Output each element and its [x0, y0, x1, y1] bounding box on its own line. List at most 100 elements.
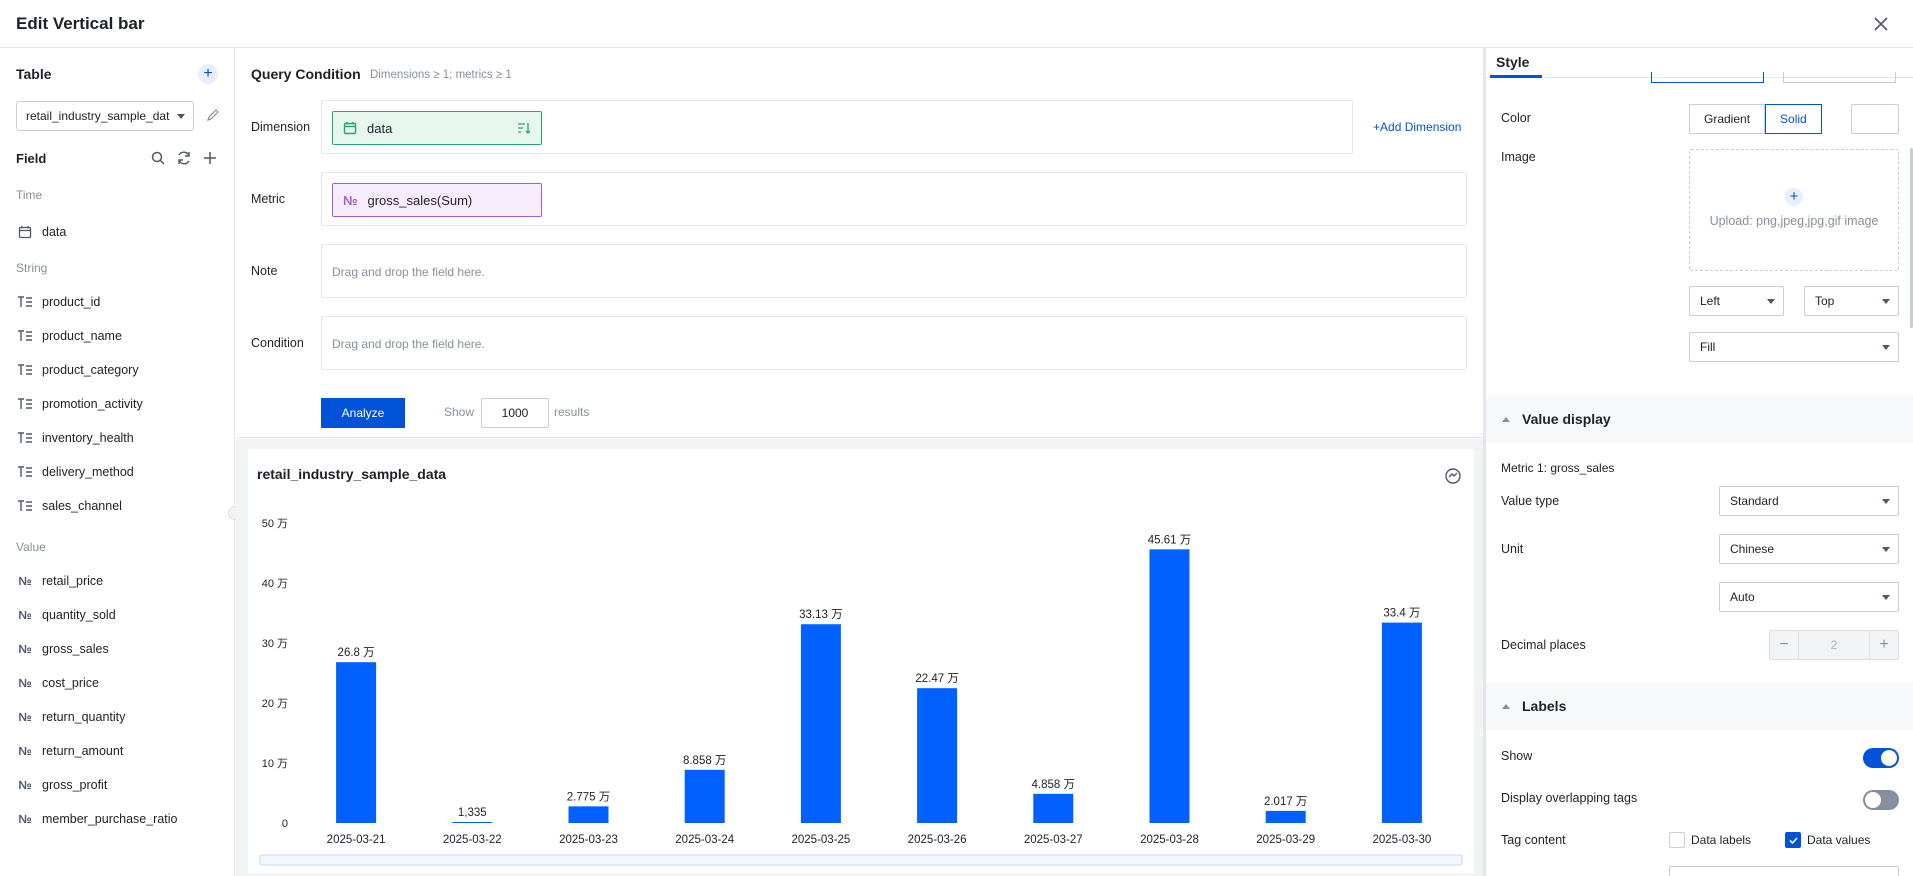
partial-option[interactable] [1783, 72, 1896, 83]
table-select[interactable]: retail_industry_sample_dat [16, 101, 194, 131]
x-tick-label: 2025-03-22 [443, 834, 502, 846]
show-label: Show [444, 405, 475, 419]
data-label: 1,335 [458, 807, 487, 819]
field-item-retail-price[interactable]: № retail_price [16, 571, 103, 591]
calendar-icon [343, 122, 357, 135]
show-labels-toggle[interactable] [1863, 748, 1899, 768]
overlap-toggle[interactable] [1863, 790, 1899, 810]
search-icon[interactable] [150, 150, 166, 166]
bar [452, 822, 493, 823]
bar [1033, 793, 1074, 823]
note-drop-hint: Drag and drop the field here. [332, 265, 485, 279]
field-item-gross-profit[interactable]: № gross_profit [16, 775, 107, 795]
field-item-product-name[interactable]: product_name [16, 326, 122, 346]
field-item-delivery-method[interactable]: delivery_method [16, 462, 134, 482]
y-tick-label: 50 万 [262, 518, 288, 530]
image-fit-select[interactable]: Fill [1689, 332, 1899, 362]
data-values-checkbox[interactable]: Data values [1785, 832, 1870, 848]
field-item-label: inventory_health [42, 431, 134, 445]
field-item-member-purchase-ratio[interactable]: № member_purchase_ratio [16, 809, 177, 829]
value-display-section[interactable]: Value display [1486, 395, 1913, 443]
field-item-sales-channel[interactable]: sales_channel [16, 496, 122, 516]
horizontal-align-select[interactable]: Left [1689, 286, 1784, 316]
field-item-inventory-health[interactable]: inventory_health [16, 428, 134, 448]
decimal-value[interactable]: 2 [1798, 631, 1870, 659]
field-item-label: cost_price [42, 676, 99, 690]
field-item-label: gross_profit [42, 778, 108, 792]
partial-select[interactable] [1669, 866, 1899, 876]
field-item-product-category[interactable]: product_category [16, 360, 139, 380]
overlap-label: Display overlapping tags [1501, 791, 1638, 805]
unit-mode-value: Auto [1730, 590, 1755, 604]
table-select-value: retail_industry_sample_dat [26, 109, 170, 123]
metric-drop-zone[interactable]: № gross_sales(Sum) [321, 172, 1467, 226]
collapse-icon [1502, 703, 1510, 709]
number-icon: № [18, 608, 32, 622]
add-table-button[interactable]: + [198, 64, 218, 84]
decimal-stepper[interactable]: − 2 + [1769, 630, 1899, 660]
data-label: 2.017 万 [1264, 796, 1307, 808]
plus-icon: + [1373, 120, 1381, 134]
unit-select[interactable]: Chinese [1719, 534, 1899, 564]
y-tick-label: 0 [282, 818, 288, 830]
number-icon: № [18, 676, 32, 690]
value-type-select[interactable]: Standard [1719, 486, 1899, 516]
dialog-title: Edit Vertical bar [16, 13, 145, 33]
metric-line: Metric 1: gross_sales [1501, 461, 1615, 475]
image-upload[interactable]: + Upload: png,jpeg,jpg,gif image [1689, 149, 1899, 271]
field-item-product-id[interactable]: product_id [16, 292, 100, 312]
decrement-icon[interactable]: − [1770, 631, 1798, 659]
solid-option[interactable]: Solid [1765, 104, 1822, 134]
gradient-option[interactable]: Gradient [1689, 104, 1766, 134]
condition-drop-zone[interactable]: Drag and drop the field here. [321, 316, 1467, 370]
analyze-button[interactable]: Analyze [321, 398, 405, 428]
tag-content-label: Tag content [1501, 833, 1566, 847]
result-limit-input[interactable] [481, 398, 549, 428]
refresh-icon[interactable] [176, 150, 192, 166]
image-fit-value: Fill [1700, 340, 1716, 354]
field-item-cost-price[interactable]: № cost_price [16, 673, 99, 693]
increment-icon[interactable]: + [1870, 631, 1898, 659]
field-item-label: quantity_sold [42, 608, 116, 622]
close-icon[interactable] [1869, 12, 1893, 36]
color-swatch[interactable] [1851, 104, 1899, 134]
metric-chip-label: gross_sales(Sum) [367, 192, 473, 208]
labels-section[interactable]: Labels [1486, 682, 1913, 730]
x-tick-label: 2025-03-29 [1256, 834, 1315, 846]
edit-icon[interactable] [206, 108, 220, 122]
data-label: 8.858 万 [683, 755, 726, 767]
metric-chip[interactable]: № gross_sales(Sum) [332, 183, 542, 217]
value-display-title: Value display [1522, 411, 1611, 427]
field-item-quantity-sold[interactable]: № quantity_sold [16, 605, 116, 625]
tab-style[interactable]: Style [1496, 54, 1529, 70]
field-item-return-quantity[interactable]: № return_quantity [16, 707, 125, 727]
condition-drop-hint: Drag and drop the field here. [332, 337, 485, 351]
field-item-data[interactable]: data [16, 222, 66, 242]
chevron-down-icon [1882, 499, 1890, 504]
field-item-label: return_amount [42, 744, 124, 758]
add-dimension-button[interactable]: +Add Dimension [1373, 120, 1461, 134]
field-item-gross-sales[interactable]: № gross_sales [16, 639, 108, 659]
query-title: Query Condition [251, 66, 361, 82]
dimension-chip[interactable]: data [332, 111, 542, 145]
bar [1149, 549, 1190, 823]
dimension-drop-zone[interactable]: data [321, 100, 1353, 154]
group-label-value: Value [16, 540, 46, 554]
field-item-promotion-activity[interactable]: promotion_activity [16, 394, 143, 414]
sort-icon[interactable] [517, 121, 531, 135]
field-item-return-amount[interactable]: № return_amount [16, 741, 123, 761]
x-tick-label: 2025-03-24 [675, 834, 734, 846]
vertical-align-select[interactable]: Top [1804, 286, 1899, 316]
x-tick-label: 2025-03-26 [908, 834, 967, 846]
query-condition-panel: Query Condition Dimensions ≥ 1; metrics … [236, 48, 1483, 493]
chart-card: retail_industry_sample_data 0 10 万 20 万 30 … [248, 449, 1474, 873]
chevron-down-icon [1882, 595, 1890, 600]
unit-mode-select[interactable]: Auto [1719, 582, 1899, 612]
data-labels-checkbox[interactable]: Data labels [1669, 832, 1751, 848]
partial-option-active[interactable] [1651, 72, 1764, 83]
group-label-string: String [16, 261, 48, 275]
bar [1265, 810, 1306, 823]
add-field-icon[interactable] [202, 150, 218, 166]
x-tick-label: 2025-03-28 [1140, 834, 1199, 846]
note-drop-zone[interactable]: Drag and drop the field here. [321, 244, 1467, 298]
